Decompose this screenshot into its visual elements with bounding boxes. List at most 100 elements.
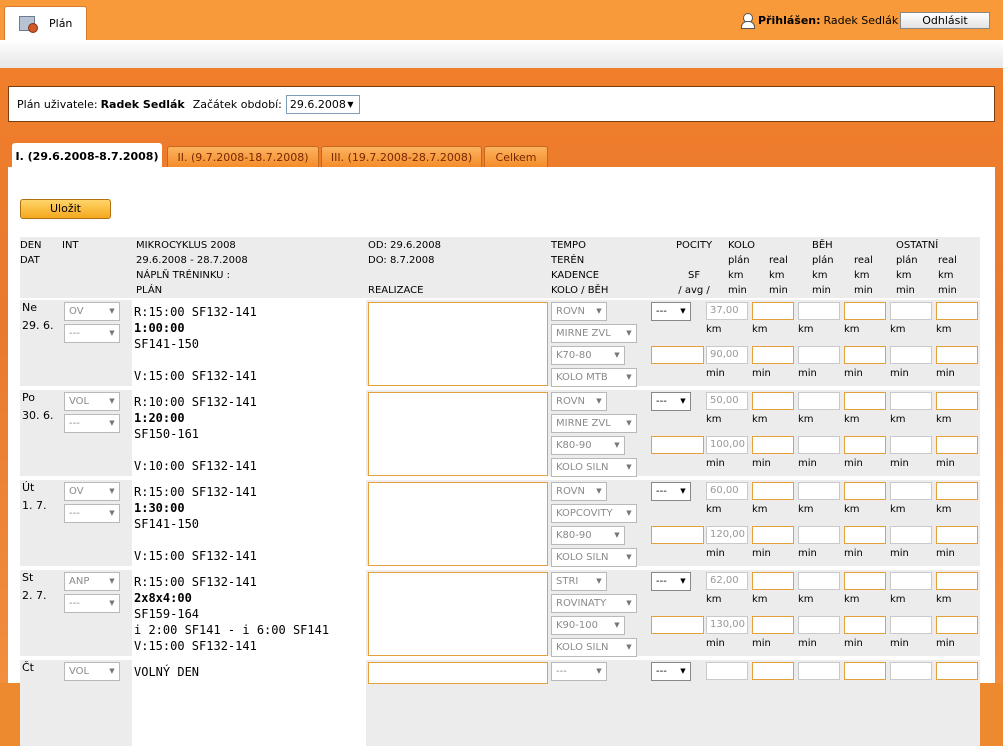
km-input[interactable] (890, 302, 932, 320)
tempo-select[interactable]: --- ▼ (551, 662, 607, 681)
realizace-textarea[interactable] (368, 482, 548, 566)
cadence-select[interactable]: K80-90 ▼ (551, 436, 625, 455)
min-input[interactable] (890, 346, 932, 364)
km-input[interactable] (890, 482, 932, 500)
terrain-select[interactable]: MIRNE ZVL ▼ (551, 414, 637, 433)
intensity-select-2[interactable]: --- ▼ (64, 594, 120, 613)
min-input[interactable] (844, 616, 886, 634)
sf-input[interactable] (651, 346, 704, 364)
min-input[interactable]: 120,00 (706, 526, 748, 544)
min-input[interactable] (890, 616, 932, 634)
min-input[interactable]: 130,00 (706, 616, 748, 634)
min-input[interactable] (752, 526, 794, 544)
tempo-select[interactable]: STRI ▼ (551, 572, 607, 591)
km-input[interactable] (936, 662, 978, 680)
km-input[interactable] (752, 482, 794, 500)
km-input[interactable] (936, 302, 978, 320)
sf-input[interactable] (651, 526, 704, 544)
km-input[interactable] (798, 482, 840, 500)
km-input[interactable] (844, 302, 886, 320)
sf-input[interactable] (651, 436, 704, 454)
feeling-select[interactable]: --- ▼ (651, 662, 691, 681)
realizace-textarea[interactable] (368, 572, 548, 656)
min-input[interactable] (752, 346, 794, 364)
activity-type-select[interactable]: KOLO SILN ▼ (551, 548, 637, 567)
km-input[interactable] (798, 572, 840, 590)
tempo-select[interactable]: ROVN ▼ (551, 482, 607, 501)
min-input[interactable] (936, 346, 978, 364)
cadence-select[interactable]: K80-90 ▼ (551, 526, 625, 545)
min-input[interactable]: 100,00 (706, 436, 748, 454)
km-input[interactable] (752, 392, 794, 410)
tab-period-2[interactable]: II. (9.7.2008-18.7.2008) (167, 146, 319, 167)
km-input[interactable] (706, 662, 748, 680)
realizace-textarea[interactable] (368, 302, 548, 386)
km-input[interactable] (798, 662, 840, 680)
km-input[interactable]: 37,00 (706, 302, 748, 320)
intensity-select-1[interactable]: ANP ▼ (64, 572, 120, 591)
km-input[interactable] (890, 662, 932, 680)
km-input[interactable] (844, 482, 886, 500)
feeling-select[interactable]: --- ▼ (651, 482, 691, 501)
sf-input[interactable] (651, 616, 704, 634)
intensity-select-1[interactable]: VOL ▼ (64, 662, 120, 681)
km-input[interactable] (844, 572, 886, 590)
feeling-select[interactable]: --- ▼ (651, 572, 691, 591)
km-input[interactable]: 50,00 (706, 392, 748, 410)
min-input[interactable]: 90,00 (706, 346, 748, 364)
terrain-select[interactable]: ROVINATY ▼ (551, 594, 637, 613)
min-input[interactable] (798, 436, 840, 454)
activity-type-select[interactable]: KOLO SILN ▼ (551, 638, 637, 657)
min-input[interactable] (798, 526, 840, 544)
intensity-select-1[interactable]: OV ▼ (64, 302, 120, 321)
km-input[interactable] (752, 662, 794, 680)
min-input[interactable] (798, 346, 840, 364)
km-input[interactable]: 62,00 (706, 572, 748, 590)
km-input[interactable] (890, 392, 932, 410)
intensity-select-1[interactable]: OV ▼ (64, 482, 120, 501)
km-input[interactable] (890, 572, 932, 590)
min-input[interactable] (890, 436, 932, 454)
min-input[interactable] (752, 616, 794, 634)
cadence-select[interactable]: K70-80 ▼ (551, 346, 625, 365)
period-select[interactable]: 29.6.2008 ▼ (285, 94, 360, 114)
realizace-textarea[interactable] (368, 392, 548, 476)
min-input[interactable] (890, 526, 932, 544)
realizace-textarea[interactable] (368, 662, 548, 684)
tempo-select[interactable]: ROVN ▼ (551, 302, 607, 321)
intensity-select-2[interactable]: --- ▼ (64, 324, 120, 343)
min-input[interactable] (844, 346, 886, 364)
km-input[interactable] (752, 572, 794, 590)
km-input[interactable] (798, 302, 840, 320)
cadence-select[interactable]: K90-100 ▼ (551, 616, 625, 635)
tempo-select[interactable]: ROVN ▼ (551, 392, 607, 411)
tab-period-1[interactable]: I. (29.6.2008-8.7.2008) (12, 143, 162, 167)
min-input[interactable] (936, 616, 978, 634)
activity-type-select[interactable]: KOLO SILN ▼ (551, 458, 637, 477)
min-input[interactable] (936, 436, 978, 454)
app-tab-plan[interactable]: Plán (4, 6, 87, 40)
km-input[interactable] (936, 392, 978, 410)
min-input[interactable] (936, 526, 978, 544)
min-input[interactable] (752, 436, 794, 454)
km-input[interactable] (844, 392, 886, 410)
min-input[interactable] (844, 526, 886, 544)
intensity-select-1[interactable]: VOL ▼ (64, 392, 120, 411)
feeling-select[interactable]: --- ▼ (651, 302, 691, 321)
km-input[interactable] (936, 482, 978, 500)
min-input[interactable] (844, 436, 886, 454)
feeling-select[interactable]: --- ▼ (651, 392, 691, 411)
min-input[interactable] (798, 616, 840, 634)
km-input[interactable] (844, 662, 886, 680)
terrain-select[interactable]: KOPCOVITY ▼ (551, 504, 637, 523)
tab-period-3[interactable]: III. (19.7.2008-28.7.2008) (321, 146, 482, 167)
logout-button[interactable]: Odhlásit (900, 12, 990, 29)
tab-total[interactable]: Celkem (484, 146, 548, 167)
intensity-select-2[interactable]: --- ▼ (64, 414, 120, 433)
activity-type-select[interactable]: KOLO MTB ▼ (551, 368, 637, 387)
km-input[interactable]: 60,00 (706, 482, 748, 500)
intensity-select-2[interactable]: --- ▼ (64, 504, 120, 523)
save-button[interactable]: Uložit (20, 199, 111, 219)
km-input[interactable] (752, 302, 794, 320)
km-input[interactable] (798, 392, 840, 410)
